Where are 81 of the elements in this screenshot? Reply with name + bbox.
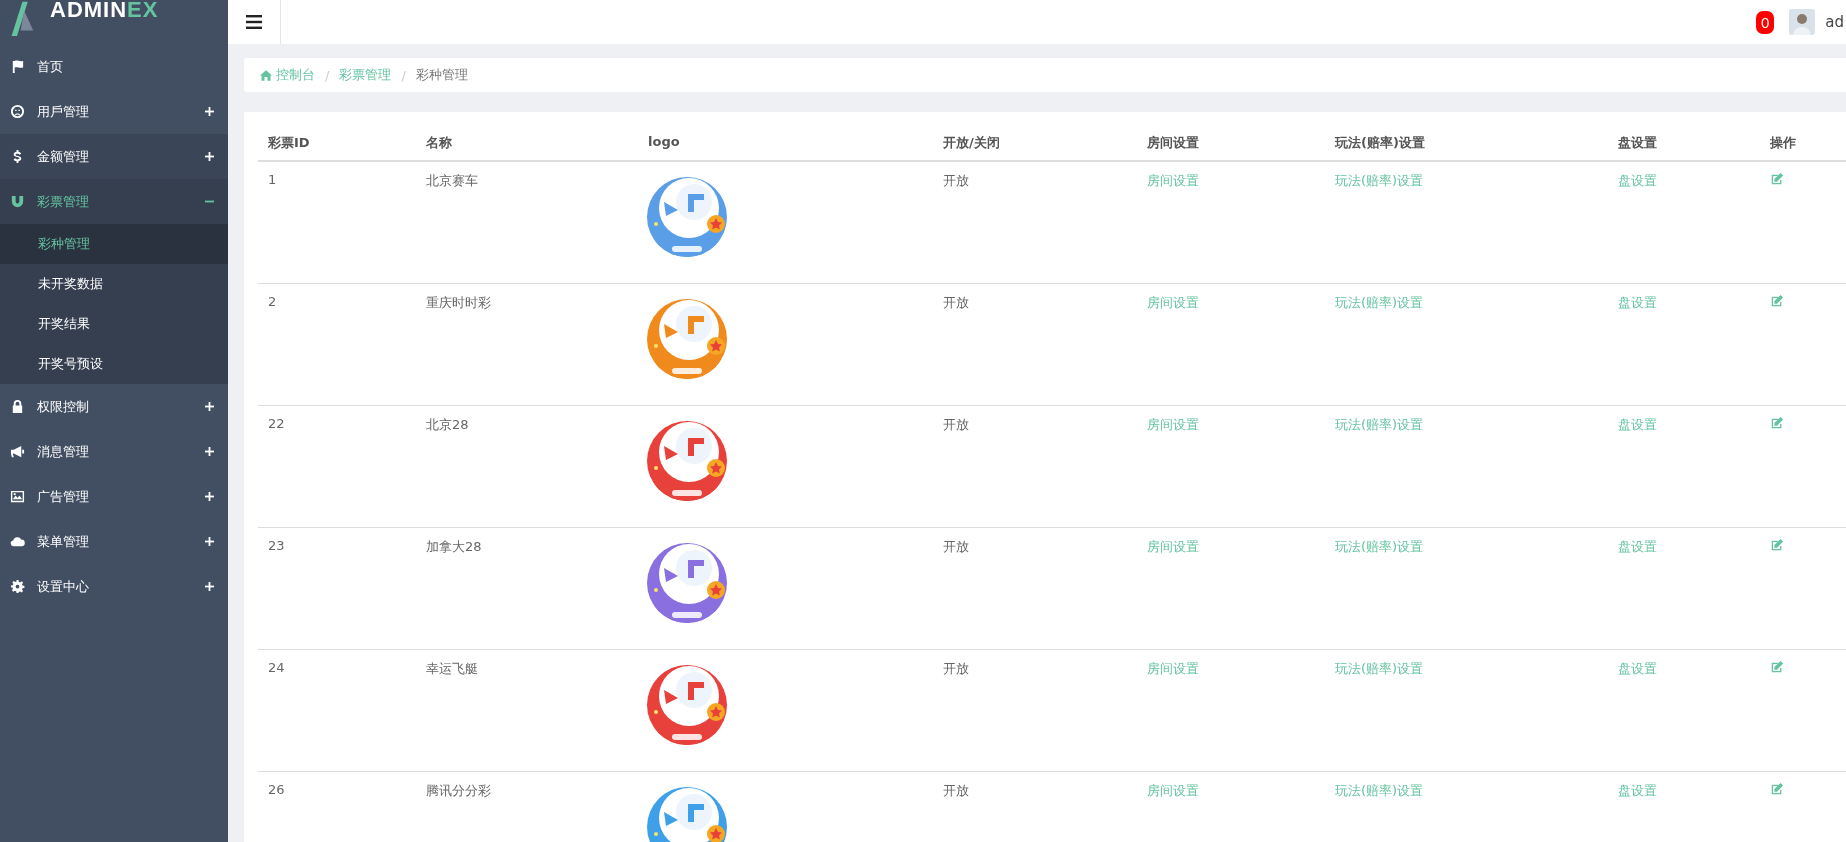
table-cell: 开放 — [943, 295, 969, 310]
notification-count[interactable]: 0 — [1755, 10, 1775, 34]
edit-icon[interactable] — [1770, 416, 1784, 430]
edit-icon[interactable] — [1770, 538, 1784, 552]
room-settings-link[interactable]: 房间设置 — [1147, 783, 1199, 798]
odds-settings-link[interactable]: 玩法(赔率)设置 — [1335, 539, 1424, 554]
sad-face-icon — [10, 104, 25, 119]
column-header: 彩票ID — [267, 134, 311, 152]
sidebar-item[interactable]: 首页 — [0, 44, 228, 89]
sidebar-item[interactable]: 金额管理 — [0, 134, 228, 179]
edit-icon[interactable] — [1770, 660, 1784, 674]
odds-settings-link[interactable]: 玩法(赔率)设置 — [1335, 661, 1424, 676]
megaphone-icon — [10, 444, 25, 459]
table-cell: 腾讯分分彩 — [426, 783, 491, 798]
board-settings-link[interactable]: 盘设置 — [1618, 783, 1657, 798]
sidebar-item[interactable]: 设置中心 — [0, 564, 228, 609]
room-settings-link[interactable]: 房间设置 — [1147, 539, 1199, 554]
table-cell: 开放 — [943, 661, 969, 676]
submenu-item[interactable]: 开奖号预设 — [0, 344, 228, 384]
table-cell: 24 — [268, 660, 285, 675]
breadcrumb-current: 彩种管理 — [415, 66, 468, 84]
edit-icon[interactable] — [1770, 172, 1784, 186]
table-cell: 幸运飞艇 — [426, 661, 478, 676]
table-cell: 加拿大28 — [426, 539, 482, 554]
breadcrumb-link[interactable]: 彩票管理 — [339, 66, 392, 84]
column-header: 开放/关闭 — [942, 134, 1001, 152]
room-settings-link[interactable]: 房间设置 — [1147, 295, 1199, 310]
board-settings-link[interactable]: 盘设置 — [1618, 173, 1657, 188]
table-cell: 北京28 — [426, 417, 469, 432]
table-cell: 开放 — [943, 417, 969, 432]
table-cell: 北京赛车 — [426, 173, 478, 188]
table-cell: 开放 — [943, 539, 969, 554]
board-settings-link[interactable]: 盘设置 — [1618, 295, 1657, 310]
room-settings-link[interactable]: 房间设置 — [1147, 173, 1199, 188]
settings-icon — [10, 579, 25, 594]
table-cell: 26 — [268, 782, 285, 797]
sidebar-item[interactable]: 彩票管理 — [0, 179, 228, 224]
sidebar-item[interactable]: 用戶管理 — [0, 89, 228, 134]
table-cell: 22 — [268, 416, 285, 431]
room-settings-link[interactable]: 房间设置 — [1147, 417, 1199, 432]
flag-icon — [10, 59, 25, 74]
column-header: 房间设置 — [1146, 134, 1200, 152]
submenu-item[interactable]: 未开奖数据 — [0, 264, 228, 304]
table-cell: 开放 — [943, 783, 969, 798]
column-header: 操作 — [1769, 134, 1797, 152]
column-header: 名称 — [425, 134, 453, 152]
breadcrumb-link[interactable]: 控制台 — [276, 66, 315, 84]
avatar-icon[interactable] — [1789, 9, 1816, 35]
image-icon — [10, 489, 25, 504]
room-settings-link[interactable]: 房间设置 — [1147, 661, 1199, 676]
table-cell: 2 — [268, 294, 277, 309]
cloud-icon — [10, 534, 25, 549]
submenu-item[interactable]: 开奖结果 — [0, 304, 228, 344]
sidebar-item[interactable]: 消息管理 — [0, 429, 228, 474]
odds-settings-link[interactable]: 玩法(赔率)设置 — [1335, 295, 1424, 310]
odds-settings-link[interactable]: 玩法(赔率)设置 — [1335, 783, 1424, 798]
table-cell: 重庆时时彩 — [426, 295, 491, 310]
board-settings-link[interactable]: 盘设置 — [1618, 661, 1657, 676]
board-settings-link[interactable]: 盘设置 — [1618, 539, 1657, 554]
column-header: logo — [647, 133, 681, 151]
edit-icon[interactable] — [1770, 294, 1784, 308]
table-cell: 23 — [268, 538, 285, 553]
board-settings-link[interactable]: 盘设置 — [1618, 417, 1657, 432]
breadcrumb-separator: / — [401, 67, 406, 83]
edit-icon[interactable] — [1770, 782, 1784, 796]
column-header: 玩法(赔率)设置 — [1333, 134, 1426, 152]
sidebar-item[interactable]: 权限控制 — [0, 384, 228, 429]
sidebar-item[interactable]: 菜单管理 — [0, 519, 228, 564]
odds-settings-link[interactable]: 玩法(赔率)设置 — [1335, 417, 1424, 432]
submenu-item[interactable]: 彩种管理 — [0, 224, 228, 264]
brand-name: ADMINEX — [50, 0, 159, 23]
table-cell: 1 — [268, 172, 277, 187]
table-cell: 开放 — [943, 173, 969, 188]
column-header: 盘设置 — [1617, 134, 1658, 152]
sidebar-item[interactable]: 广告管理 — [0, 474, 228, 519]
magnet-icon — [10, 194, 25, 209]
home-icon[interactable] — [260, 69, 272, 81]
lock-icon — [10, 399, 25, 414]
user-name[interactable]: ad — [1825, 13, 1844, 31]
odds-settings-link[interactable]: 玩法(赔率)设置 — [1335, 173, 1424, 188]
breadcrumb-separator: / — [325, 67, 330, 83]
